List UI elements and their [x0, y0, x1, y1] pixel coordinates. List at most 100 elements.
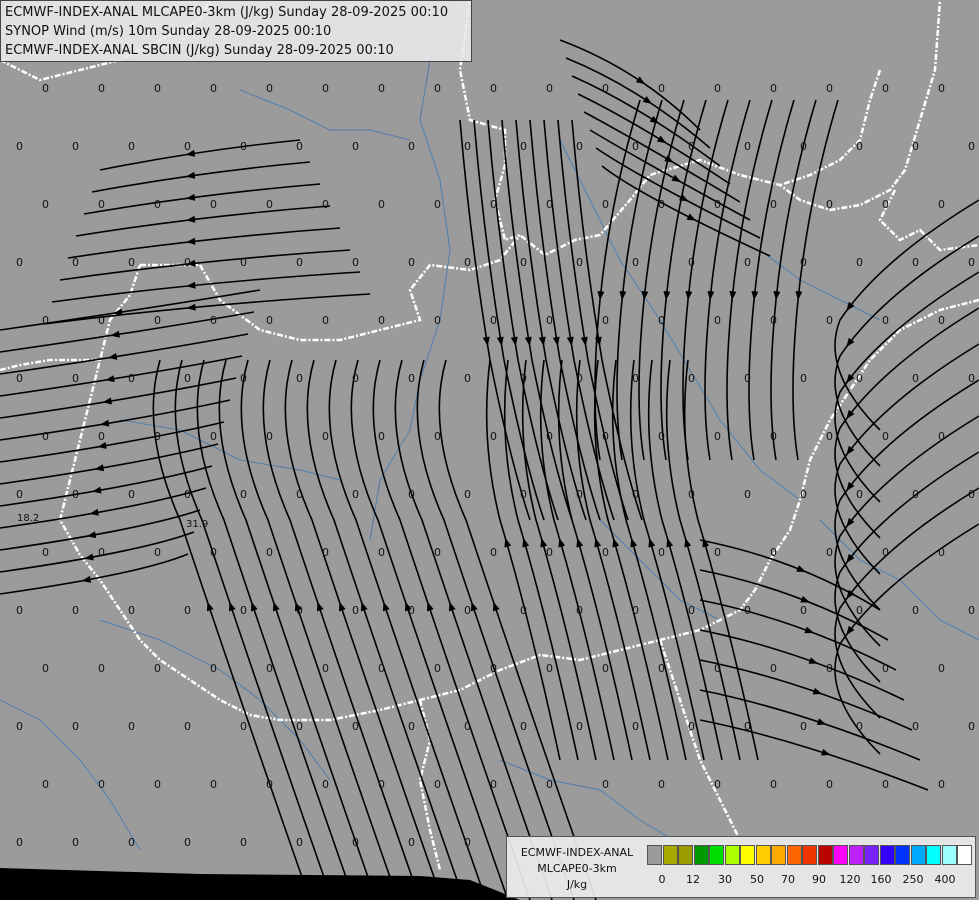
cin-label-123: 0: [72, 488, 79, 501]
legend-swatch-8: [771, 845, 786, 865]
map-title-box: ECMWF-INDEX-ANAL MLCAPE0-3km (J/kg) Sund…: [0, 0, 472, 62]
cin-label-54: 0: [128, 256, 135, 269]
cin-label-42: 0: [434, 198, 441, 211]
cin-label-23: 0: [352, 140, 359, 153]
cin-label-53: 0: [72, 256, 79, 269]
cin-label-184: 0: [546, 662, 553, 675]
cin-label-178: 0: [210, 662, 217, 675]
cin-label-216: 0: [378, 778, 385, 791]
cin-label-95: 0: [464, 372, 471, 385]
cin-label-106: 0: [98, 430, 105, 443]
cin-label-221: 0: [658, 778, 665, 791]
cin-label-68: 0: [912, 256, 919, 269]
cin-label-194: 0: [128, 720, 135, 733]
legend-tick-3: 50: [750, 873, 764, 886]
cin-label-97: 0: [576, 372, 583, 385]
cin-label-15: 0: [882, 82, 889, 95]
cin-label-175: 0: [42, 662, 49, 675]
legend-swatch-19: [941, 845, 957, 865]
legend-tick-6: 120: [839, 873, 861, 886]
cin-label-180: 0: [322, 662, 329, 675]
cin-label-115: 0: [602, 430, 609, 443]
cin-label-38: 0: [210, 198, 217, 211]
cin-label-124: 0: [128, 488, 135, 501]
cin-label-18: 0: [72, 140, 79, 153]
cin-label-206: 0: [800, 720, 807, 733]
cin-label-157: 0: [16, 604, 23, 617]
cin-label-27: 0: [576, 140, 583, 153]
cin-label-232: 0: [296, 836, 303, 849]
cin-label-94: 0: [408, 372, 415, 385]
station-label-b: 31.9: [186, 519, 208, 530]
cin-label-162: 0: [296, 604, 303, 617]
cin-label-66: 0: [800, 256, 807, 269]
cin-label-173: 0: [912, 604, 919, 617]
legend-swatch-17: [910, 845, 926, 865]
cin-label-229: 0: [128, 836, 135, 849]
cin-label-136: 0: [800, 488, 807, 501]
cin-label-103: 0: [912, 372, 919, 385]
cin-label-202: 0: [576, 720, 583, 733]
legend-swatch-13: [848, 845, 864, 865]
cin-label-149: 0: [546, 546, 553, 559]
cin-label-100: 0: [744, 372, 751, 385]
cin-label-49: 0: [826, 198, 833, 211]
legend-tick-9: 400: [934, 873, 956, 886]
title-line-cape: ECMWF-INDEX-ANAL MLCAPE0-3km (J/kg) Sund…: [5, 5, 449, 20]
legend-swatch-11: [817, 845, 833, 865]
cin-label-193: 0: [72, 720, 79, 733]
cin-label-93: 0: [352, 372, 359, 385]
legend-ticks: 0 12 30 50 70 90 120 160 250 400: [647, 873, 977, 887]
weather-map: 0 0 0 0 0 0 0 0 0 0 0 0 0 0 0 0 0 0 0 0 0 0 0 0 0 0 0 0 0 0 0 0 0 0 0 0 0 0 0 0…: [0, 0, 979, 900]
cin-label-62: 0: [576, 256, 583, 269]
cin-label-33: 0: [912, 140, 919, 153]
cin-label-75: 0: [322, 314, 329, 327]
legend-swatch-9: [786, 845, 802, 865]
cin-label-96: 0: [520, 372, 527, 385]
cin-label-182: 0: [434, 662, 441, 675]
cin-label-0: 0: [42, 82, 49, 95]
legend-tick-0: 0: [658, 873, 666, 886]
cin-label-17: 0: [16, 140, 23, 153]
cin-label-55: 0: [184, 256, 191, 269]
cin-label-104: 0: [968, 372, 975, 385]
cin-label-10: 0: [602, 82, 609, 95]
cin-label-16: 0: [938, 82, 945, 95]
cin-label-58: 0: [352, 256, 359, 269]
cin-label-211: 0: [98, 778, 105, 791]
cin-label-2: 0: [154, 82, 161, 95]
cin-label-89: 0: [128, 372, 135, 385]
legend-swatch-4: [709, 845, 724, 865]
cin-label-74: 0: [266, 314, 273, 327]
cin-label-131: 0: [520, 488, 527, 501]
cin-label-28: 0: [632, 140, 639, 153]
legend-tick-5: 90: [812, 873, 826, 886]
cin-label-37: 0: [154, 198, 161, 211]
legend-swatch-7: [755, 845, 771, 865]
cin-label-21: 0: [240, 140, 247, 153]
cin-label-126: 0: [240, 488, 247, 501]
cin-label-196: 0: [240, 720, 247, 733]
cin-label-190: 0: [882, 662, 889, 675]
cin-label-59: 0: [408, 256, 415, 269]
cin-label-228: 0: [72, 836, 79, 849]
cin-label-48: 0: [770, 198, 777, 211]
cin-label-63: 0: [632, 256, 639, 269]
cin-label-187: 0: [714, 662, 721, 675]
cin-label-110: 0: [322, 430, 329, 443]
cin-label-44: 0: [546, 198, 553, 211]
cin-label-85: 0: [882, 314, 889, 327]
cin-label-158: 0: [72, 604, 79, 617]
legend-tick-7: 160: [870, 873, 892, 886]
legend-tick-1: 12: [686, 873, 700, 886]
cin-label-235: 0: [464, 836, 471, 849]
cin-label-11: 0: [658, 82, 665, 95]
cin-label-148: 0: [490, 546, 497, 559]
cin-label-67: 0: [856, 256, 863, 269]
cin-label-120: 0: [882, 430, 889, 443]
station-label-a: 18.2: [17, 513, 39, 524]
cin-label-147: 0: [434, 546, 441, 559]
cin-label-98: 0: [632, 372, 639, 385]
cin-label-79: 0: [546, 314, 553, 327]
cin-label-22: 0: [296, 140, 303, 153]
